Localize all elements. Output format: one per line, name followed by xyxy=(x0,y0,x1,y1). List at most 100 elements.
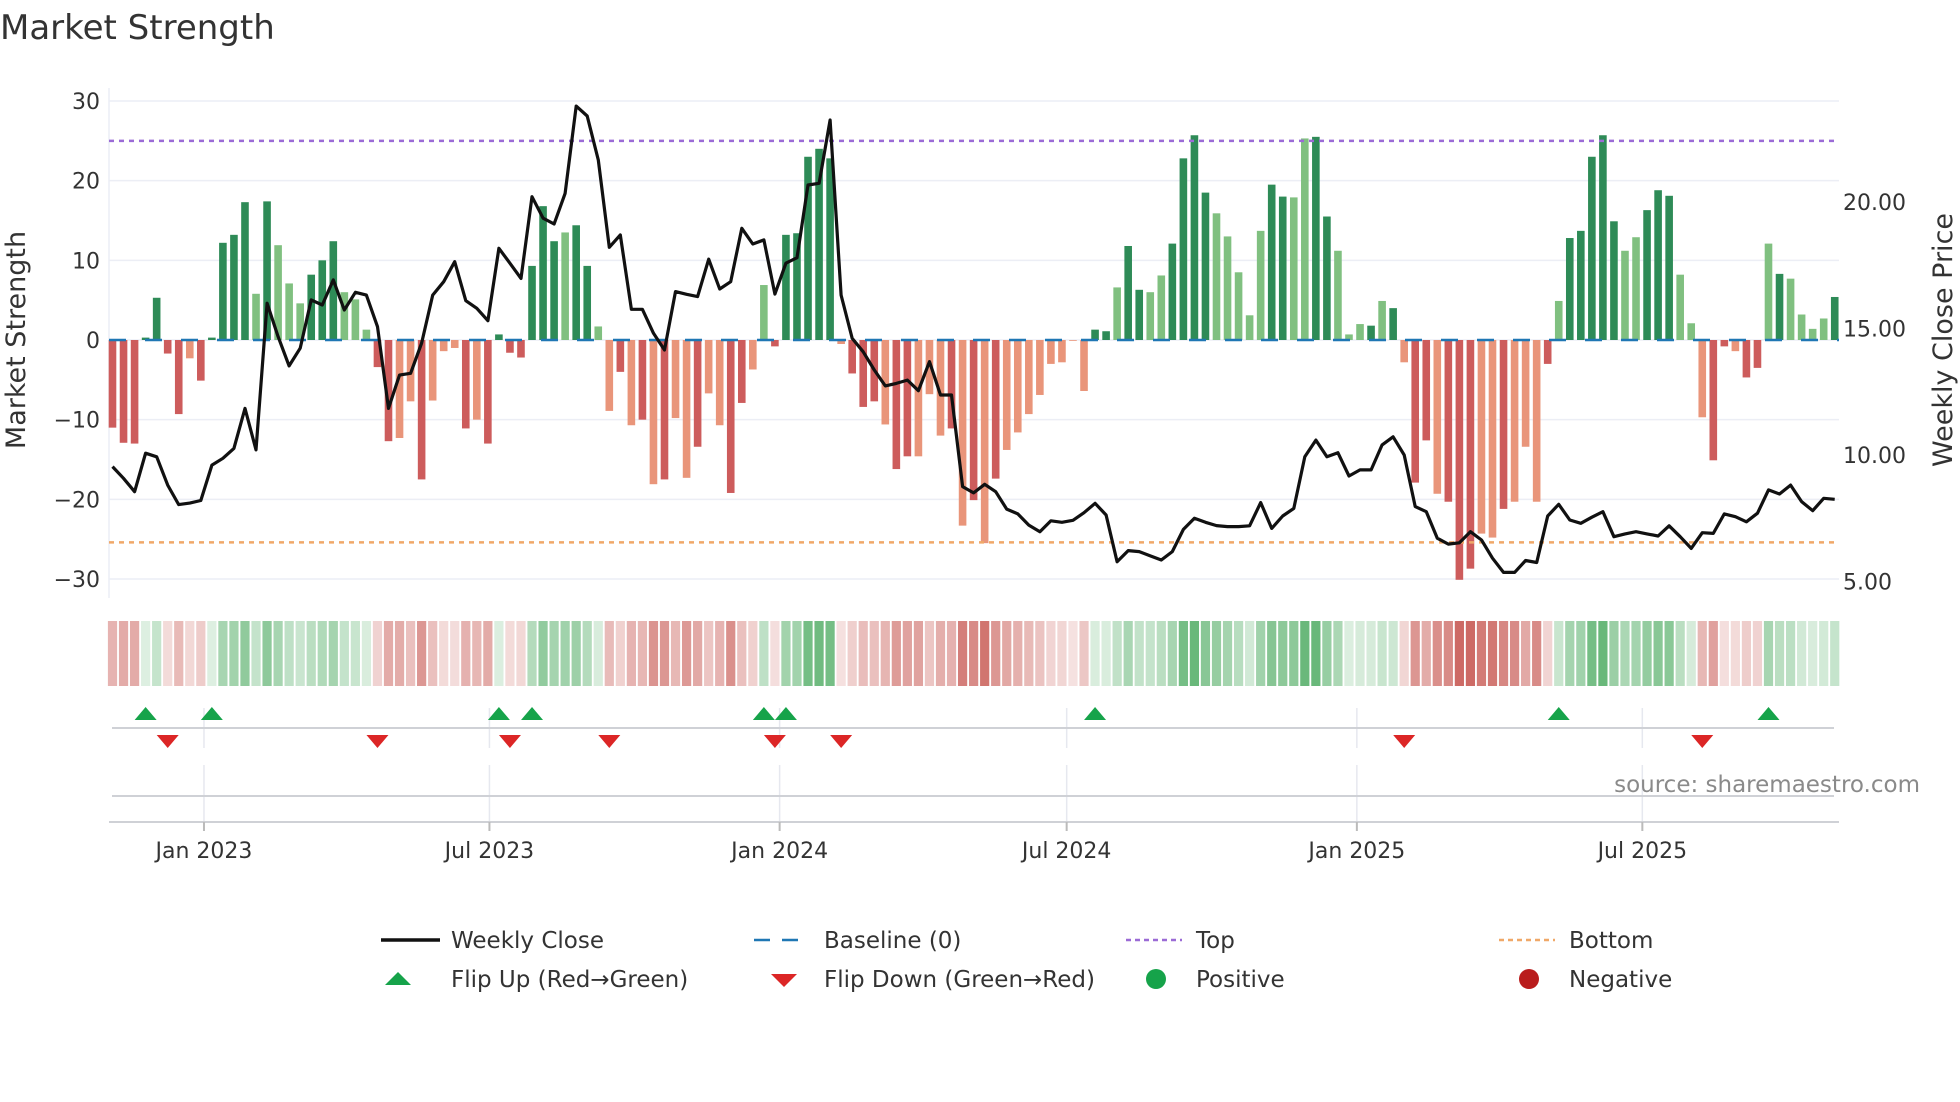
strength-bar xyxy=(1632,237,1640,340)
strength-bar xyxy=(649,340,658,485)
market-strength-chart: Market Strength 30 20 10 0 −10 −20 −30 20.00 15… xyxy=(0,8,1959,993)
legend-item-top: Top xyxy=(1126,928,1235,954)
heat-cell xyxy=(306,621,316,686)
triangle-down-icon xyxy=(771,974,797,987)
heat-cell xyxy=(1245,621,1255,686)
legend-item-flip-up: Flip Up (Red→Green) xyxy=(385,967,688,993)
strength-bar xyxy=(616,340,625,372)
heat-cell xyxy=(781,621,791,686)
strength-bar xyxy=(561,232,569,340)
heat-cell xyxy=(1532,621,1542,686)
flip-down-marker xyxy=(156,735,179,748)
strength-bar xyxy=(1742,340,1751,378)
heat-cell xyxy=(1708,621,1718,686)
heat-cell xyxy=(1830,621,1840,686)
strength-bar xyxy=(903,340,912,457)
heat-cell xyxy=(1002,621,1012,686)
strength-bar xyxy=(1610,221,1618,340)
heat-cell xyxy=(1498,621,1509,686)
heat-cell xyxy=(1719,621,1729,686)
heat-cell xyxy=(1741,621,1752,686)
strength-bar xyxy=(1444,340,1453,502)
heat-cell xyxy=(659,621,670,686)
heat-cell xyxy=(394,621,405,686)
heat-cell xyxy=(1256,621,1266,686)
heat-cell xyxy=(693,621,703,686)
strength-bar xyxy=(1124,245,1132,340)
strength-bar xyxy=(1334,250,1342,340)
strength-heat-strip xyxy=(107,621,1840,686)
heat-cell xyxy=(383,621,394,686)
strength-bar xyxy=(1002,340,1011,450)
heat-cell xyxy=(1289,621,1299,686)
strength-bar xyxy=(1433,340,1442,494)
heat-cell xyxy=(1620,621,1630,686)
heat-cell xyxy=(516,621,526,686)
strength-bar xyxy=(395,340,404,438)
heat-cell xyxy=(1322,621,1332,686)
strength-bar xyxy=(130,340,139,444)
heat-cell xyxy=(593,621,603,686)
heat-cell xyxy=(461,621,471,686)
heat-cell xyxy=(1388,621,1398,686)
strength-bar xyxy=(1301,138,1309,340)
heat-cell xyxy=(1189,621,1200,686)
strength-bar xyxy=(1510,340,1519,502)
heat-cell xyxy=(405,621,416,686)
heat-cell xyxy=(1013,621,1023,686)
strength-bar xyxy=(1201,192,1210,340)
heat-cell xyxy=(450,621,460,686)
strength-bar xyxy=(726,340,735,493)
heat-cell xyxy=(869,621,879,686)
strength-bar xyxy=(1808,328,1817,340)
strength-bar xyxy=(1234,272,1243,340)
flip-panel xyxy=(112,708,1834,822)
strength-bar xyxy=(1698,340,1707,418)
flip-down-marker xyxy=(598,735,621,748)
x-axis: Jan 2023 Jul 2023 Jan 2024 Jul 2024 Jan 2025… xyxy=(109,821,1839,864)
strength-bar xyxy=(749,340,757,370)
heat-cell xyxy=(207,621,217,686)
strength-bar xyxy=(439,340,448,352)
heat-cell xyxy=(1145,621,1155,686)
legend-label: Flip Down (Green→Red) xyxy=(824,967,1095,993)
heat-cell xyxy=(372,621,383,686)
heat-cell xyxy=(417,621,427,686)
heat-cell xyxy=(472,621,482,686)
heat-cell xyxy=(1233,621,1244,686)
heat-cell xyxy=(1123,621,1133,686)
x-tick-label: Jul 2025 xyxy=(1596,839,1688,864)
heat-cell xyxy=(913,621,924,686)
heat-cell xyxy=(969,621,979,686)
heat-cell xyxy=(1598,621,1608,686)
heat-cell xyxy=(1697,621,1707,686)
heat-cell xyxy=(1278,621,1288,686)
heat-cell xyxy=(1443,621,1453,686)
heat-cell xyxy=(836,621,846,686)
heat-cell xyxy=(637,621,648,686)
heat-cell xyxy=(494,621,504,686)
heat-cell xyxy=(549,621,559,686)
strength-bar xyxy=(1720,340,1729,347)
heat-cell xyxy=(858,621,868,686)
circle-icon xyxy=(1519,969,1539,989)
heat-cell xyxy=(715,621,725,686)
heat-cell xyxy=(560,621,570,686)
strength-bar xyxy=(208,337,216,340)
strength-bar xyxy=(174,340,183,415)
heat-cell xyxy=(1521,621,1531,686)
heat-cell xyxy=(924,621,935,686)
flip-down-marker xyxy=(498,735,521,748)
strength-bar xyxy=(1212,213,1221,340)
strength-bar xyxy=(1323,216,1331,340)
heat-cell xyxy=(670,621,681,686)
heat-cell xyxy=(991,621,1001,686)
heat-cell xyxy=(196,621,206,686)
heat-cell xyxy=(615,621,625,686)
heat-cell xyxy=(704,621,714,686)
heat-cell xyxy=(1267,621,1277,686)
legend-label: Bottom xyxy=(1569,928,1653,954)
strength-bar xyxy=(980,340,989,544)
strength-bar xyxy=(1058,340,1066,363)
strength-bar xyxy=(1477,340,1486,534)
